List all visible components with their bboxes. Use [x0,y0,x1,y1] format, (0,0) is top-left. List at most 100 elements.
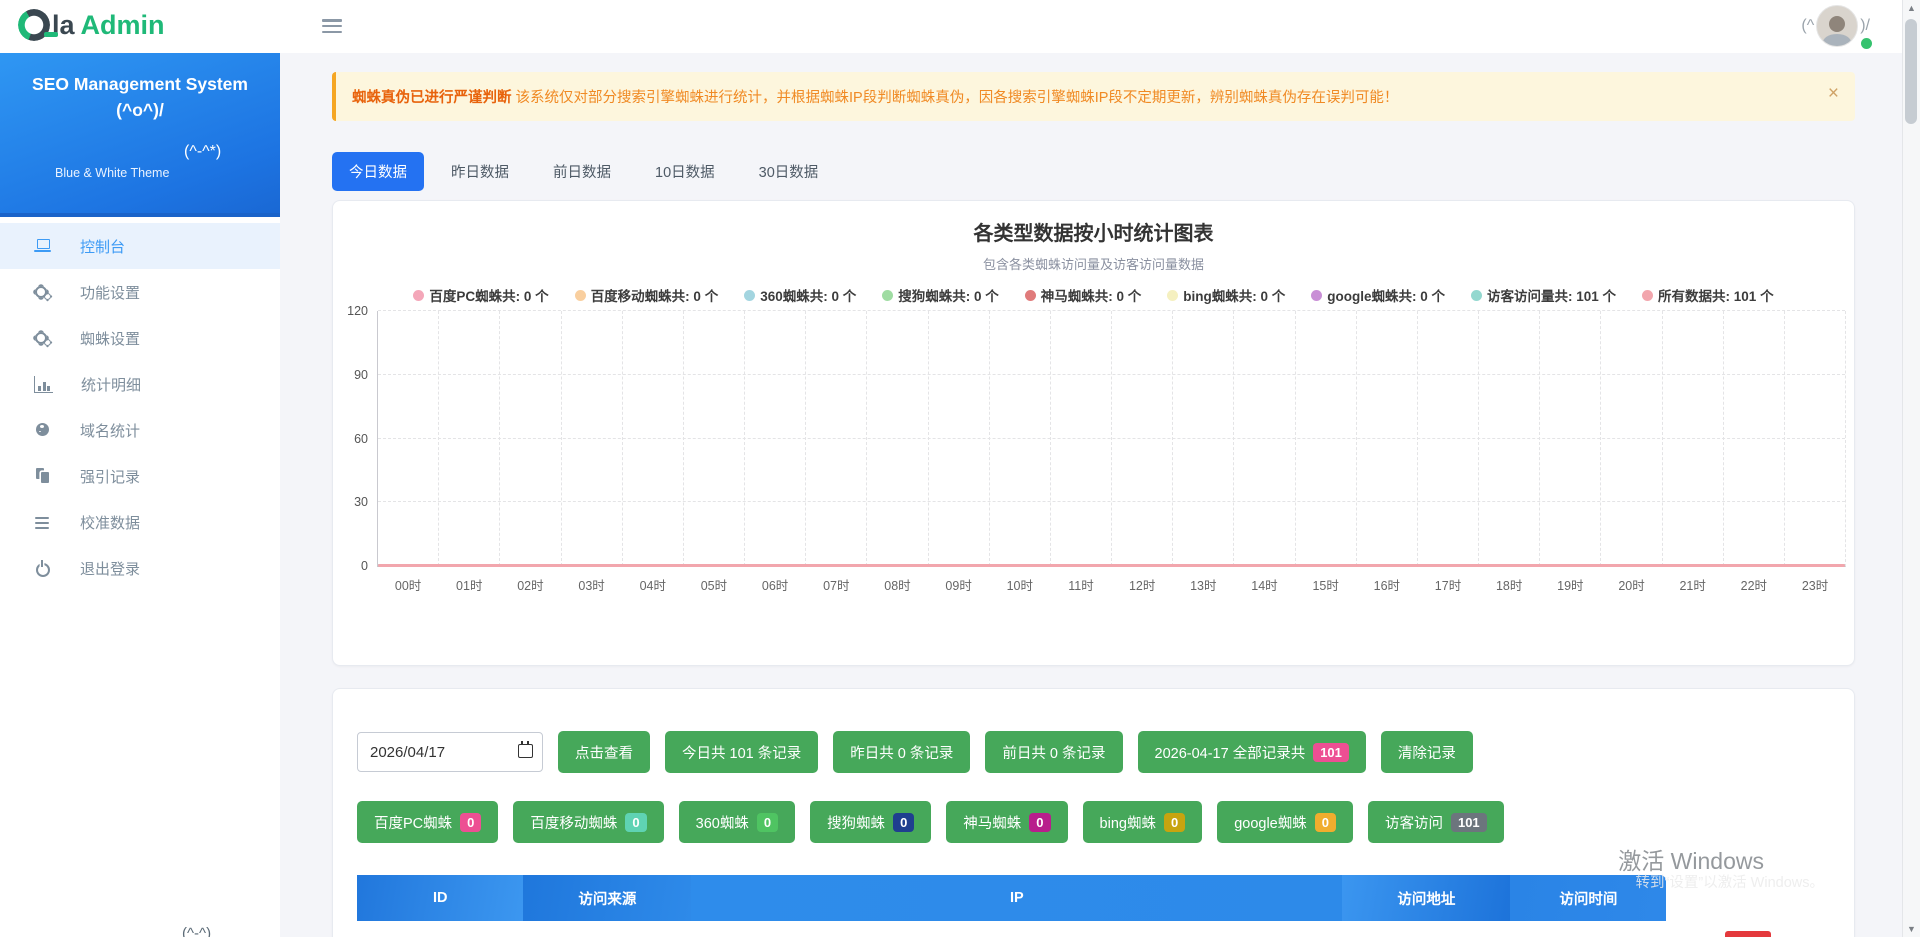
scroll-down-arrow[interactable]: ▼ [1903,921,1920,937]
spider-button[interactable]: 访客访问 101 [1368,801,1504,843]
sidebar-menu: 控制台 功能设置 蜘蛛设置 统计明细 域名统计 [0,217,280,591]
x-tick: 08时 [866,311,927,566]
sidebar-item[interactable]: 校准数据 [0,499,280,545]
legend-label: bing蜘蛛共: 0 个 [1183,285,1285,305]
legend-label: 所有数据共: 101 个 [1658,285,1774,305]
x-tick: 09时 [928,311,989,566]
spider-button[interactable]: bing蜘蛛 0 [1083,801,1203,843]
view-button-label: 点击查看 [575,742,633,763]
sidebar-item-label: 统计明细 [81,374,141,395]
cell-time: 2026-04-17 23:58:16 [1510,921,1666,937]
sidebar-item[interactable]: 域名统计 [0,407,280,453]
tab-label: 今日数据 [349,165,407,181]
sidebar-item-icon [34,560,52,576]
tab-label: 30日数据 [759,165,819,181]
alert-body-text: 该系统仅对部分搜索引擎蜘蛛进行统计，并根据蜘蛛IP段判断蜘蛛真伪，因各搜索引擎蜘… [516,90,1399,106]
tab[interactable]: 30日数据 [742,152,836,191]
legend-label: google蜘蛛共: 0 个 [1327,285,1445,305]
tab-label: 前日数据 [553,165,611,181]
table-header-cell: 访问时间 [1510,875,1666,921]
legend-item[interactable]: 搜狗蜘蛛共: 0 个 [882,285,999,305]
summary-button-label: 前日共 0 条记录 [1002,742,1105,763]
sidebar-item-label: 控制台 [80,236,125,257]
legend-item[interactable]: 访客访问量共: 101 个 [1471,285,1616,305]
legend-dot-icon [413,290,424,301]
summary-button[interactable]: 清除记录 [1381,731,1473,773]
series-line [378,564,1845,567]
avatar[interactable] [1816,5,1858,47]
summary-button[interactable]: 昨日共 0 条记录 [833,731,970,773]
x-tick: 19时 [1539,311,1600,566]
legend-dot-icon [1311,290,1322,301]
sidebar-item-label: 强引记录 [80,466,140,487]
table-header-cell: 访问来源 [523,875,691,921]
calendar-icon[interactable] [518,744,533,758]
view-button[interactable]: 点击查看 [558,731,650,773]
x-tick: 22时 [1723,311,1784,566]
legend-dot-icon [1167,290,1178,301]
sidebar-item[interactable]: 功能设置 [0,269,280,315]
spider-button[interactable]: 百度PC蜘蛛 0 [357,801,498,843]
chart-subtitle: 包含各类蜘蛛访问量及访客访问量数据 [333,246,1854,273]
legend-dot-icon [744,290,755,301]
legend-item[interactable]: 百度PC蜘蛛共: 0 个 [413,285,548,305]
alert-close-icon[interactable]: × [1828,83,1839,105]
spider-button[interactable]: google蜘蛛 0 [1217,801,1353,843]
summary-button-badge: 101 [1313,743,1349,762]
spider-button[interactable]: 百度移动蜘蛛 0 [513,801,663,843]
legend-item[interactable]: 神马蜘蛛共: 0 个 [1025,285,1142,305]
spider-button-label: 访客访问 [1385,812,1443,833]
spider-filter-buttons: 百度PC蜘蛛 0 百度移动蜘蛛 0 360蜘蛛 0 搜狗蜘蛛 [357,801,1830,843]
spider-button-label: google蜘蛛 [1234,812,1307,833]
legend-item[interactable]: 360蜘蛛共: 0 个 [744,285,856,305]
summary-button[interactable]: 前日共 0 条记录 [985,731,1122,773]
sidebar-item[interactable]: 控制台 [0,223,280,269]
cell-url: http://127.0.0.1/ [1342,921,1510,937]
legend-item[interactable]: google蜘蛛共: 0 个 [1311,285,1445,305]
spider-button[interactable]: 神马蜘蛛 0 [946,801,1067,843]
main-content: 蜘蛛真伪已进行严谨判断该系统仅对部分搜索引擎蜘蛛进行统计，并根据蜘蛛IP段判断蜘… [280,53,1903,937]
table-row[interactable]: 101 直接访问 127.0.0.1 http://127.0.0.1/ 202… [357,921,1830,937]
x-tick: 21时 [1662,311,1723,566]
date-input[interactable] [357,732,543,772]
spider-button[interactable]: 360蜘蛛 0 [679,801,795,843]
legend-item[interactable]: bing蜘蛛共: 0 个 [1167,285,1285,305]
records-toolbar: 点击查看 今日共 101 条记录 昨日共 0 条记录 [357,731,1830,773]
sidebar-footer-kaomoji: (^-^) [182,925,211,937]
kaomoji-left: (^ [1801,17,1814,35]
table-header-row: ID访问来源IP访问地址访问时间判断真伪 [357,875,1830,921]
sidebar-item[interactable]: 强引记录 [0,453,280,499]
legend-item[interactable]: 百度移动蜘蛛共: 0 个 [575,285,719,305]
table-header-cell: IP [691,875,1342,921]
sidebar-item-icon [34,330,52,346]
summary-button-label: 清除记录 [1398,742,1456,763]
spider-button-badge: 0 [460,813,481,832]
date-picker [357,732,543,772]
logo-bar-decoration [44,32,58,37]
tab[interactable]: 今日数据 [332,152,424,191]
tab[interactable]: 10日数据 [638,152,732,191]
summary-button-label: 今日共 101 条记录 [682,742,801,763]
hourly-chart-card: 各类型数据按小时统计图表 包含各类蜘蛛访问量及访客访问量数据 百度PC蜘蛛共: … [332,200,1855,666]
legend-item[interactable]: 所有数据共: 101 个 [1642,285,1774,305]
summary-button[interactable]: 2026-04-17 全部记录共 101 [1138,731,1366,773]
sidebar-item[interactable]: 退出登录 [0,545,280,591]
cell-verdict: 访客 [1666,921,1830,937]
summary-button[interactable]: 今日共 101 条记录 [665,731,818,773]
sidebar-item-icon [34,468,52,484]
cell-id: 101 [357,921,523,937]
menu-toggle-icon[interactable] [322,19,342,34]
sidebar-item-label: 功能设置 [80,282,140,303]
page-scrollbar[interactable]: ▲ ▼ [1902,0,1920,937]
tab[interactable]: 昨日数据 [434,152,526,191]
sidebar-item[interactable]: 统计明细 [0,361,280,407]
tab-label: 昨日数据 [451,165,509,181]
scroll-up-arrow[interactable]: ▲ [1903,0,1920,16]
sidebar-item[interactable]: 蜘蛛设置 [0,315,280,361]
scrollbar-thumb[interactable] [1905,19,1917,124]
summary-button-label: 昨日共 0 条记录 [850,742,953,763]
sidebar-item-icon [34,376,53,393]
spider-button[interactable]: 搜狗蜘蛛 0 [810,801,931,843]
x-tick: 06时 [744,311,805,566]
tab[interactable]: 前日数据 [536,152,628,191]
